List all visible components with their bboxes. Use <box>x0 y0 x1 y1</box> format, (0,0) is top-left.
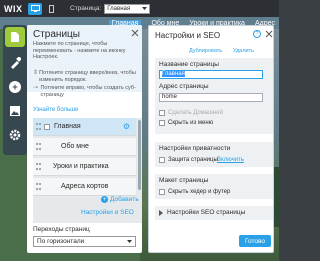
wix-logo: WIX <box>4 3 23 14</box>
list-item[interactable]: Адреса кортов <box>33 178 136 196</box>
hide-menu-label: Скрыть из меню <box>168 120 214 126</box>
checkbox-box <box>159 120 165 126</box>
drag-handle-icon[interactable] <box>36 183 41 190</box>
expand-arrow-icon <box>159 210 163 216</box>
pages-list: Главная ⚙ Обо мне Уроки и практика Адрес… <box>33 118 142 223</box>
checkbox-box <box>159 157 165 163</box>
tip-subpage-text: Потяните вправо, чтобы создать суб-стран… <box>40 85 136 98</box>
page-address-field[interactable]: home <box>159 93 263 102</box>
mobile-icon <box>48 4 54 13</box>
add-page-label: Добавить <box>110 196 139 203</box>
hide-header-footer-label: Скрыть хедер и футер <box>168 189 231 195</box>
design-tool-button[interactable] <box>5 53 25 73</box>
hide-header-footer-checkbox[interactable]: Скрыть хедер и футер <box>159 189 230 195</box>
privacy-title: Настройки приватности <box>159 145 231 152</box>
page-checkbox[interactable] <box>44 123 50 130</box>
page-item-label: Главная <box>54 123 81 130</box>
make-home-label: Сделать Домашней <box>168 110 223 116</box>
settings-seo-link[interactable]: Настройки и SEO <box>81 209 134 216</box>
privacy-section: Настройки приватности Защита страницы Вк… <box>155 142 273 167</box>
page-item-label: Уроки и практика <box>53 163 109 170</box>
seo-settings-expander[interactable]: Настройки SEO страницы <box>155 206 273 220</box>
pages-panel: Страницы Нажмите по странице, чтобы пере… <box>27 25 142 253</box>
pages-list-scrollbar[interactable] <box>138 120 141 190</box>
enable-protection-link[interactable]: Включить <box>217 157 244 163</box>
page-select[interactable]: Главная <box>104 3 151 14</box>
page-info-section: Название страницы Главная Адрес страницы… <box>155 58 273 134</box>
page-name-value: Главная <box>162 71 185 77</box>
tip-reorder: ⇕ Потяните страницу вверх/вниз, чтобы из… <box>33 70 139 83</box>
chevron-down-icon <box>127 239 132 243</box>
settings-tool-button[interactable] <box>5 125 25 145</box>
layout-title: Макет страницы <box>159 177 209 184</box>
drag-handle-icon[interactable] <box>36 143 41 150</box>
checkbox-box <box>159 110 165 116</box>
page-label: Страница: <box>70 5 102 12</box>
close-icon[interactable] <box>131 29 139 37</box>
tip-reorder-text: Потяните страницу вверх/вниз, чтобы изме… <box>39 70 136 83</box>
checkbox-box <box>159 189 165 195</box>
page-item-label: Обо мне <box>61 143 89 150</box>
design-icon <box>11 57 21 69</box>
page-name-field[interactable]: Главная <box>159 70 263 79</box>
seo-settings-label: Настройки SEO страницы <box>167 209 246 216</box>
pages-icon <box>11 32 19 42</box>
seo-settings-panel: Настройки и SEO ? Дублировать Удалить На… <box>148 25 274 253</box>
left-toolbar: + <box>3 25 27 155</box>
page-transitions-value: По горизонтали <box>37 238 85 245</box>
tip-subpage: ⇢ Потяните вправо, чтобы создать суб-стр… <box>33 85 139 98</box>
hide-menu-checkbox[interactable]: Скрыть из меню <box>159 120 213 126</box>
protect-page-label: Защита страницы <box>168 157 218 163</box>
chevron-down-icon <box>142 6 148 10</box>
delete-page-link[interactable]: Удалить <box>233 48 254 54</box>
page-transitions-select[interactable]: По горизонтали <box>33 236 136 247</box>
desktop-view-button[interactable] <box>28 2 42 15</box>
done-button[interactable]: Готово <box>239 235 271 247</box>
plus-icon: + <box>101 196 108 203</box>
settings-icon <box>9 129 21 141</box>
desktop-icon <box>30 5 40 12</box>
page-transitions-label: Переходы страниц <box>33 226 90 233</box>
learn-more-link[interactable]: Узнайте больше <box>33 107 78 113</box>
media-icon <box>10 106 20 116</box>
pages-tool-button[interactable] <box>5 27 25 47</box>
list-item[interactable]: Обо мне <box>33 138 136 156</box>
close-icon[interactable] <box>265 30 273 38</box>
help-icon[interactable]: ? <box>253 30 261 38</box>
pages-description: Нажмите по странице, чтобы переименовать… <box>33 41 126 60</box>
drag-handle-icon[interactable] <box>36 163 41 170</box>
duplicate-page-link[interactable]: Дублировать <box>189 48 222 54</box>
page-item-label: Адреса кортов <box>61 183 109 190</box>
page-select-value: Главная <box>107 5 131 12</box>
add-icon: + <box>9 81 21 93</box>
make-home-checkbox[interactable]: Сделать Домашней <box>159 110 223 116</box>
add-tool-button[interactable]: + <box>5 77 25 97</box>
drag-handle-icon[interactable] <box>36 123 41 130</box>
list-item[interactable]: Главная ⚙ <box>33 118 136 136</box>
layout-section: Макет страницы Скрыть хедер и футер <box>155 174 273 199</box>
seo-panel-title: Настройки и SEO <box>155 31 221 40</box>
media-tool-button[interactable] <box>5 101 25 121</box>
top-toolbar: WIX Страница: Главная <box>0 0 279 17</box>
protect-page-checkbox[interactable]: Защита страницы <box>159 157 218 163</box>
pages-panel-title: Страницы <box>33 29 80 40</box>
page-name-label: Название страницы <box>159 61 219 68</box>
drag-right-icon: ⇢ <box>33 85 39 91</box>
gear-icon[interactable]: ⚙ <box>123 122 130 131</box>
list-item[interactable]: Уроки и практика <box>33 158 136 176</box>
add-page-button[interactable]: + Добавить <box>101 196 139 203</box>
mobile-view-button[interactable] <box>44 3 58 15</box>
page-address-label: Адрес страницы <box>159 83 209 90</box>
